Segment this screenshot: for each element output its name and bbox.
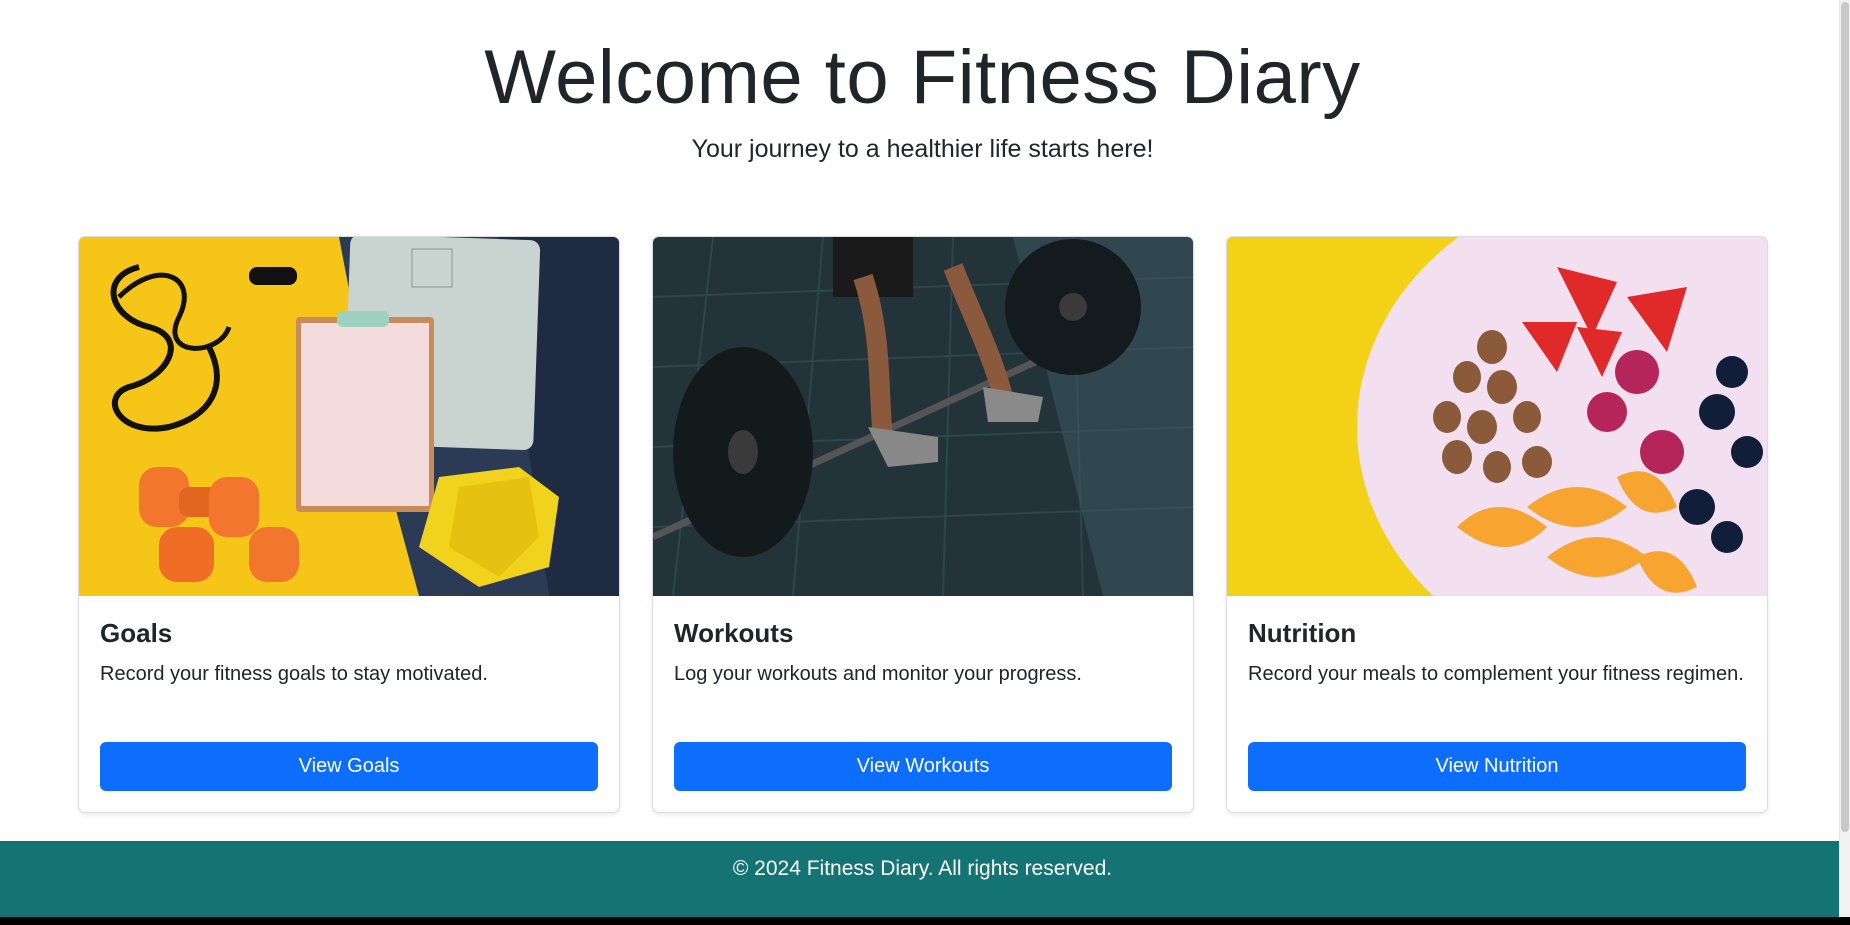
workouts-card: Workouts Log your workouts and monitor y… (652, 236, 1194, 813)
workouts-card-title: Workouts (674, 618, 794, 648)
goals-card-text: Record your fitness goals to stay motiva… (100, 663, 488, 685)
view-nutrition-button[interactable]: View Nutrition (1248, 742, 1746, 791)
goals-card: Goals Record your fitness goals to stay … (78, 236, 620, 813)
nutrition-card-body: Nutrition Record your meals to complemen… (1248, 617, 1746, 690)
workouts-image (653, 237, 1193, 596)
workouts-card-text: Log your workouts and monitor your progr… (674, 663, 1082, 685)
nutrition-card: Nutrition Record your meals to complemen… (1226, 236, 1768, 813)
scrollbar-thumb[interactable] (1841, 2, 1849, 832)
workouts-card-body: Workouts Log your workouts and monitor y… (674, 617, 1172, 690)
nutrition-card-text: Record your meals to complement your fit… (1248, 663, 1744, 685)
site-footer: © 2024 Fitness Diary. All rights reserve… (0, 841, 1845, 917)
goals-image (79, 237, 619, 596)
goals-card-title: Goals (100, 618, 173, 648)
nutrition-card-title: Nutrition (1248, 618, 1357, 648)
page-subtitle: Your journey to a healthier life starts … (691, 135, 1154, 163)
view-goals-button[interactable]: View Goals (100, 742, 598, 791)
vertical-scrollbar[interactable] (1839, 0, 1850, 917)
goals-card-body: Goals Record your fitness goals to stay … (100, 617, 598, 690)
hero-section: Welcome to Fitness Diary Your journey to… (0, 0, 1845, 164)
view-workouts-button[interactable]: View Workouts (674, 742, 1172, 791)
page-title: Welcome to Fitness Diary (484, 35, 1361, 120)
page: Welcome to Fitness Diary Your journey to… (0, 0, 1850, 917)
footer-copyright: © 2024 Fitness Diary. All rights reserve… (732, 857, 1113, 880)
feature-cards: Goals Record your fitness goals to stay … (78, 236, 1768, 813)
nutrition-image (1227, 237, 1767, 596)
